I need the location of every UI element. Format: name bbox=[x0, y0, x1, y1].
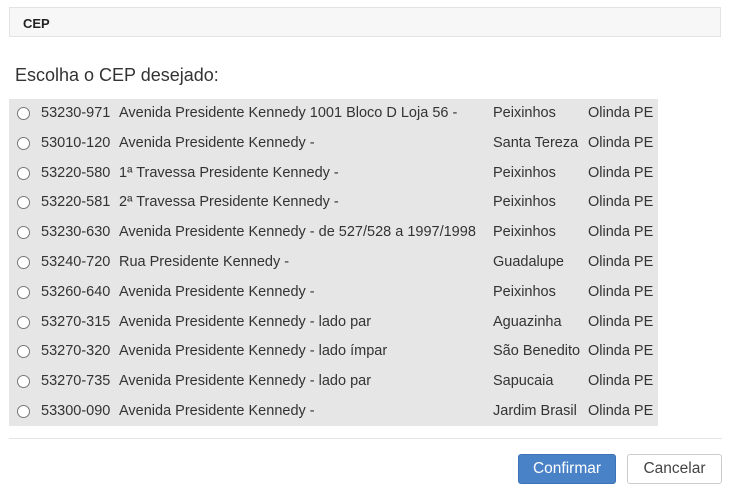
city: Olinda bbox=[588, 105, 630, 121]
neighborhood: Guadalupe bbox=[493, 254, 564, 270]
street-name: Avenida Presidente Kennedy - bbox=[119, 283, 315, 300]
radio-button[interactable] bbox=[17, 375, 30, 389]
cep-option-row[interactable]: 53220-580 1ª Travessa Presidente Kennedy … bbox=[9, 159, 658, 189]
neighborhood: Peixinhos bbox=[493, 194, 556, 211]
city: Olinda bbox=[588, 313, 630, 330]
dialog-title: CEP bbox=[23, 16, 50, 31]
cep-option-row[interactable]: 53240-720 Rua Presidente Kennedy - Guadalu… bbox=[9, 248, 658, 278]
cep-code: 53230-630 bbox=[41, 224, 111, 241]
state: PE bbox=[633, 254, 654, 270]
radio-button[interactable] bbox=[17, 166, 30, 180]
city: Olinda bbox=[588, 373, 630, 390]
neighborhood: Sapucaia bbox=[493, 373, 554, 390]
street-name: 2ª Travessa Presidente Kennedy - bbox=[119, 194, 339, 211]
city-state: Olinda PE bbox=[588, 314, 653, 330]
state: PE bbox=[633, 343, 654, 360]
city: Olinda bbox=[588, 403, 630, 419]
neighborhood: Peixinhos bbox=[493, 105, 556, 121]
prompt-label: Escolha o CEP desejado: bbox=[15, 65, 219, 85]
city-state: Olinda PE bbox=[588, 224, 653, 240]
city-state: Olinda PE bbox=[588, 194, 653, 210]
cep-code: 53010-120 bbox=[41, 134, 111, 151]
state: PE bbox=[633, 283, 654, 300]
footer-divider bbox=[9, 438, 722, 439]
city-state: Olinda PE bbox=[588, 343, 653, 359]
radio-button[interactable] bbox=[17, 256, 30, 269]
street-name: Avenida Presidente Kennedy - de 527/528 … bbox=[119, 224, 476, 241]
city-state: Olinda PE bbox=[588, 403, 653, 419]
city: Olinda bbox=[588, 254, 630, 270]
state: PE bbox=[633, 134, 654, 151]
street-name: Avenida Presidente Kennedy 1001 Bloco D … bbox=[119, 105, 458, 121]
city-state: Olinda PE bbox=[588, 165, 653, 181]
cep-code: 53300-090 bbox=[41, 403, 111, 419]
cep-option-row[interactable]: 53300-090 Avenida Presidente Kennedy - Jar… bbox=[9, 397, 658, 427]
neighborhood: Peixinhos bbox=[493, 224, 556, 241]
cep-option-row[interactable]: 53260-640 Avenida Presidente Kennedy - Pei… bbox=[9, 278, 658, 308]
confirm-button[interactable]: Confirmar bbox=[518, 454, 616, 484]
cep-option-row[interactable]: 53270-315 Avenida Presidente Kennedy - la… bbox=[9, 308, 658, 338]
radio-button[interactable] bbox=[17, 196, 30, 210]
street-name: Avenida Presidente Kennedy - lado par bbox=[119, 313, 372, 330]
dialog-header: CEP bbox=[9, 7, 721, 37]
state: PE bbox=[633, 313, 654, 330]
neighborhood: Santa Tereza bbox=[493, 134, 579, 151]
city-state: Olinda PE bbox=[588, 284, 653, 300]
radio-button[interactable] bbox=[17, 345, 30, 359]
cep-option-row[interactable]: 53270-735 Avenida Presidente Kennedy - la… bbox=[9, 367, 658, 397]
cep-code: 53220-581 bbox=[41, 194, 111, 211]
cep-code: 53270-320 bbox=[41, 343, 111, 360]
city-state: Olinda PE bbox=[588, 105, 653, 121]
cep-option-row[interactable]: 53230-630 Avenida Presidente Kennedy - de… bbox=[9, 218, 658, 248]
street-name: 1ª Travessa Presidente Kennedy - bbox=[119, 164, 339, 181]
street-name: Avenida Presidente Kennedy - lado ímpar bbox=[119, 343, 388, 360]
street-name: Avenida Presidente Kennedy - bbox=[119, 403, 315, 419]
state: PE bbox=[633, 164, 654, 181]
city: Olinda bbox=[588, 194, 630, 211]
cep-code: 53260-640 bbox=[41, 283, 111, 300]
radio-button[interactable] bbox=[17, 405, 30, 418]
radio-button[interactable] bbox=[17, 315, 30, 329]
state: PE bbox=[633, 194, 654, 211]
neighborhood: Jardim Brasil bbox=[493, 403, 577, 419]
radio-button[interactable] bbox=[17, 136, 30, 150]
city-state: Olinda PE bbox=[588, 254, 653, 270]
cep-option-row[interactable]: 53230-971 Avenida Presidente Kennedy 1001… bbox=[9, 99, 658, 129]
cep-code: 53270-315 bbox=[41, 313, 111, 330]
state: PE bbox=[633, 224, 654, 241]
state: PE bbox=[633, 105, 654, 121]
city: Olinda bbox=[588, 224, 630, 241]
cep-option-row[interactable]: 53010-120 Avenida Presidente Kennedy - San… bbox=[9, 129, 658, 159]
neighborhood: Aguazinha bbox=[493, 313, 562, 330]
state: PE bbox=[633, 403, 654, 419]
street-name: Avenida Presidente Kennedy - lado par bbox=[119, 373, 372, 390]
state: PE bbox=[633, 373, 654, 390]
city-state: Olinda PE bbox=[588, 135, 653, 151]
street-name: Rua Presidente Kennedy - bbox=[119, 254, 290, 270]
city: Olinda bbox=[588, 283, 630, 300]
city: Olinda bbox=[588, 343, 630, 360]
cep-options-list: 53230-971 Avenida Presidente Kennedy 1001… bbox=[9, 99, 658, 426]
radio-button[interactable] bbox=[17, 226, 30, 240]
cep-code: 53270-735 bbox=[41, 373, 111, 390]
city: Olinda bbox=[588, 134, 630, 151]
cep-code: 53240-720 bbox=[41, 254, 111, 270]
radio-button[interactable] bbox=[17, 285, 30, 299]
cep-option-row[interactable]: 53220-581 2ª Travessa Presidente Kennedy … bbox=[9, 188, 658, 218]
radio-button[interactable] bbox=[17, 107, 30, 120]
neighborhood: Peixinhos bbox=[493, 283, 556, 300]
cancel-button[interactable]: Cancelar bbox=[627, 454, 722, 484]
cep-code: 53230-971 bbox=[41, 105, 111, 121]
neighborhood: São Benedito bbox=[493, 343, 581, 360]
cep-code: 53220-580 bbox=[41, 164, 111, 181]
street-name: Avenida Presidente Kennedy - bbox=[119, 134, 315, 151]
neighborhood: Peixinhos bbox=[493, 164, 556, 181]
city-state: Olinda PE bbox=[588, 373, 653, 389]
city: Olinda bbox=[588, 164, 630, 181]
cep-option-row[interactable]: 53270-320 Avenida Presidente Kennedy - la… bbox=[9, 337, 658, 367]
